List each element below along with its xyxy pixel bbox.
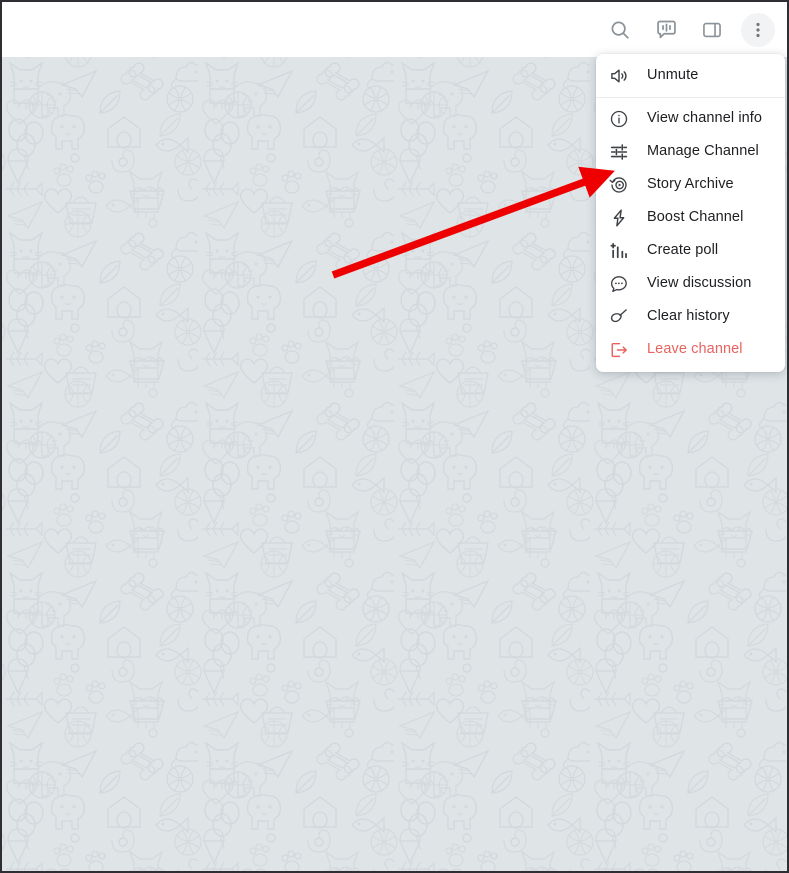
chat-header (2, 2, 787, 57)
menu-item-label: Leave channel (647, 341, 743, 358)
info-circle-icon (609, 109, 635, 129)
voice-chat-icon[interactable] (649, 13, 683, 47)
poll-bars-icon (609, 241, 635, 261)
menu-item-boost-channel[interactable]: Boost Channel (596, 201, 785, 234)
story-archive-icon (609, 175, 635, 195)
logout-arrow-icon (609, 340, 635, 360)
menu-item-clear-history[interactable]: Clear history (596, 300, 785, 333)
menu-item-label: View discussion (647, 275, 752, 292)
menu-item-label: View channel info (647, 110, 763, 127)
menu-item-label: Clear history (647, 308, 730, 325)
menu-item-view-discussion[interactable]: View discussion (596, 267, 785, 300)
panel-right-icon[interactable] (695, 13, 729, 47)
menu-item-manage-channel[interactable]: Manage Channel (596, 135, 785, 168)
dots-vertical-icon[interactable] (741, 12, 775, 47)
menu-item-leave-channel[interactable]: Leave channel (596, 333, 785, 366)
menu-separator (596, 97, 785, 98)
menu-item-label: Unmute (647, 67, 699, 84)
menu-item-label: Manage Channel (647, 143, 759, 160)
comment-dots-icon (609, 274, 635, 294)
menu-item-label: Story Archive (647, 176, 734, 193)
menu-item-story-archive[interactable]: Story Archive (596, 168, 785, 201)
sliders-tune-icon (609, 142, 635, 162)
lightning-bolt-icon (609, 208, 635, 228)
menu-item-view-channel-info[interactable]: View channel info (596, 102, 785, 135)
speaker-unmute-icon (609, 66, 635, 86)
menu-item-label: Boost Channel (647, 209, 744, 226)
menu-item-create-poll[interactable]: Create poll (596, 234, 785, 267)
menu-item-unmute[interactable]: Unmute (596, 59, 785, 92)
search-icon[interactable] (603, 13, 637, 47)
channel-options-menu: Unmute View channel info Manage Channel … (596, 54, 785, 372)
broom-icon (609, 307, 635, 327)
app-window: Unmute View channel info Manage Channel … (0, 0, 789, 873)
menu-item-label: Create poll (647, 242, 719, 259)
header-action-group (603, 2, 781, 57)
